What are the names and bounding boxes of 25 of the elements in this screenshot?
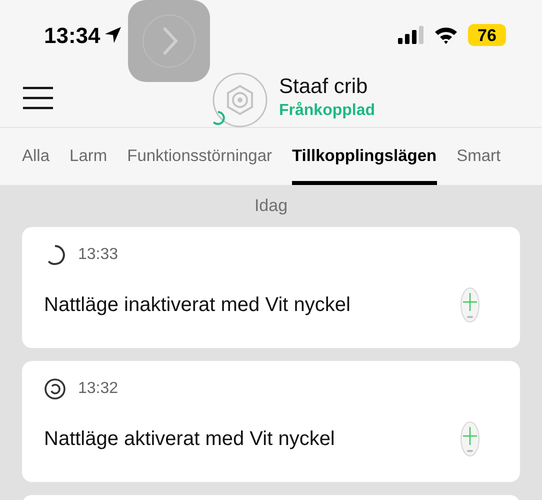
- hub-logo-icon: [212, 72, 268, 128]
- event-card[interactable]: 13:33 Nattläge inaktiverat med Vit nyckel: [22, 226, 520, 348]
- key-fob-icon: [460, 420, 480, 456]
- battery-indicator: 76: [468, 24, 506, 46]
- signal-icon: [398, 26, 424, 44]
- menu-icon[interactable]: [22, 86, 54, 110]
- event-description: Nattläge inaktiverat med Vit nyckel: [44, 292, 350, 318]
- filter-tab[interactable]: Smart: [456, 128, 501, 185]
- filter-tab[interactable]: Alla: [22, 128, 50, 185]
- connection-status: Frånkopplad: [279, 100, 376, 121]
- event-time: 13:32: [78, 378, 118, 398]
- event-time: 13:33: [78, 244, 118, 264]
- filter-tab[interactable]: Larm: [70, 128, 108, 185]
- location-arrow-icon: [104, 26, 122, 44]
- wifi-icon: [434, 26, 458, 44]
- event-description: Nattläge aktiverat med Vit nyckel: [44, 426, 335, 452]
- filter-tab[interactable]: Tillkopplingslägen: [292, 128, 437, 185]
- key-fob-icon: [460, 286, 480, 322]
- loading-spinner-icon: [210, 110, 226, 126]
- date-heading: Idag: [254, 195, 288, 217]
- clock-time: 13:34: [44, 22, 100, 50]
- event-card[interactable]: 13:32 Nattläge aktiverat med Vit nyckel: [22, 360, 520, 482]
- hub-name: Staaf crib: [279, 74, 369, 100]
- filter-tab[interactable]: Funktionsstörningar: [127, 128, 272, 185]
- chevron-right-icon: [141, 13, 197, 69]
